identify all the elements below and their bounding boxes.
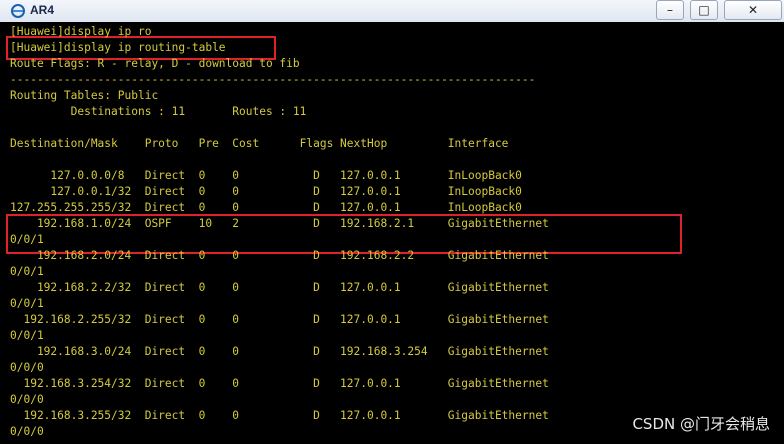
terminal-line: Routing Tables: Public xyxy=(10,89,159,102)
title-bar: AR4 – □ ✕ xyxy=(0,0,784,23)
terminal-line: 0/0/0 xyxy=(10,361,44,374)
terminal-output[interactable]: [Huawei]display ip ro [Huawei]display ip … xyxy=(0,22,784,444)
terminal-line: 127.0.0.0/8 Direct 0 0 D 127.0.0.1 InLoo… xyxy=(10,169,522,182)
terminal-line: 192.168.3.0/24 Direct 0 0 D 192.168.3.25… xyxy=(10,345,549,358)
terminal-line: 192.168.3.254/32 Direct 0 0 D 127.0.0.1 … xyxy=(10,377,549,390)
terminal-line: 127.0.0.1/32 Direct 0 0 D 127.0.0.1 InLo… xyxy=(10,185,522,198)
window-title: AR4 xyxy=(30,3,55,17)
close-button[interactable]: ✕ xyxy=(724,0,782,20)
terminal-line: ----------------------------------------… xyxy=(10,73,536,86)
terminal-line: 0/0/1 xyxy=(10,265,44,278)
maximize-button[interactable]: □ xyxy=(690,0,718,20)
terminal-line: Destination/Mask Proto Pre Cost Flags Ne… xyxy=(10,137,509,150)
terminal-line: Route Flags: R - relay, D - download to … xyxy=(10,57,300,70)
terminal-line: 192.168.1.0/24 OSPF 10 2 D 192.168.2.1 G… xyxy=(10,217,549,230)
app-icon xyxy=(11,4,25,18)
terminal-line: 0/0/1 xyxy=(10,297,44,310)
terminal-line: 192.168.2.255/32 Direct 0 0 D 127.0.0.1 … xyxy=(10,313,549,326)
terminal-line: Destinations : 11 Routes : 11 xyxy=(10,105,307,118)
terminal-line: 0/0/0 xyxy=(10,425,44,438)
terminal-line: 0/0/0 xyxy=(10,393,44,406)
terminal-line: 192.168.2.2/32 Direct 0 0 D 127.0.0.1 Gi… xyxy=(10,281,549,294)
terminal-line: 0/0/1 xyxy=(10,233,44,246)
terminal-line: 192.168.3.255/32 Direct 0 0 D 127.0.0.1 … xyxy=(10,409,549,422)
terminal-line: [Huawei]display ip ro xyxy=(10,25,152,38)
watermark: CSDN @门牙会稍息 xyxy=(632,415,770,433)
terminal-line: 192.168.2.0/24 Direct 0 0 D 192.168.2.2 … xyxy=(10,249,549,262)
terminal-line: 127.255.255.255/32 Direct 0 0 D 127.0.0.… xyxy=(10,201,522,214)
terminal-line: 0/0/1 xyxy=(10,329,44,342)
minimize-button[interactable]: – xyxy=(656,0,684,20)
terminal-line: [Huawei]display ip routing-table xyxy=(10,41,226,54)
